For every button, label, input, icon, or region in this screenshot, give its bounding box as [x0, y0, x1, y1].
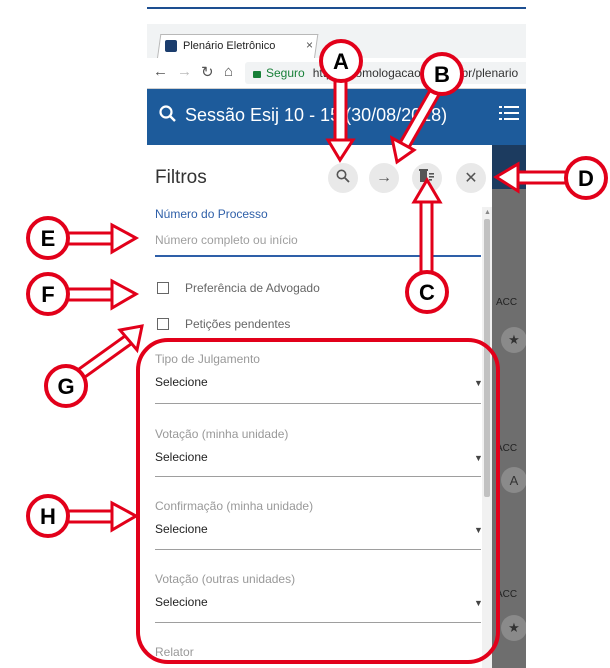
callout-g-label: G [57, 374, 74, 399]
callout-arrow-e [64, 222, 140, 255]
callout-d-label: D [578, 166, 594, 191]
callout-f-label: F [41, 282, 54, 307]
callout-arrow-d [493, 161, 574, 194]
callout-c-label: C [419, 280, 435, 305]
callout-arrow-c [411, 177, 443, 276]
callout-overlay: A B C D E F G H [26, 39, 608, 664]
callout-a-label: A [333, 49, 349, 74]
callout-arrow-b [389, 86, 442, 165]
callout-arrow-f [64, 278, 140, 311]
callout-f: F [26, 272, 70, 316]
callout-arrow-g [78, 324, 144, 379]
callout-arrow-h [64, 500, 140, 533]
callout-h-label: H [40, 504, 56, 529]
callout-h: H [26, 494, 70, 538]
callout-a: A [319, 39, 363, 83]
highlight-box-h [136, 338, 500, 664]
callout-d: D [564, 156, 608, 200]
callout-b-label: B [434, 62, 450, 87]
callout-e-label: E [41, 226, 56, 251]
callout-e: E [26, 216, 70, 260]
callout-g: G [44, 364, 88, 408]
callout-b: B [420, 52, 464, 96]
callout-arrow-a [325, 72, 356, 163]
callout-c: C [405, 270, 449, 314]
